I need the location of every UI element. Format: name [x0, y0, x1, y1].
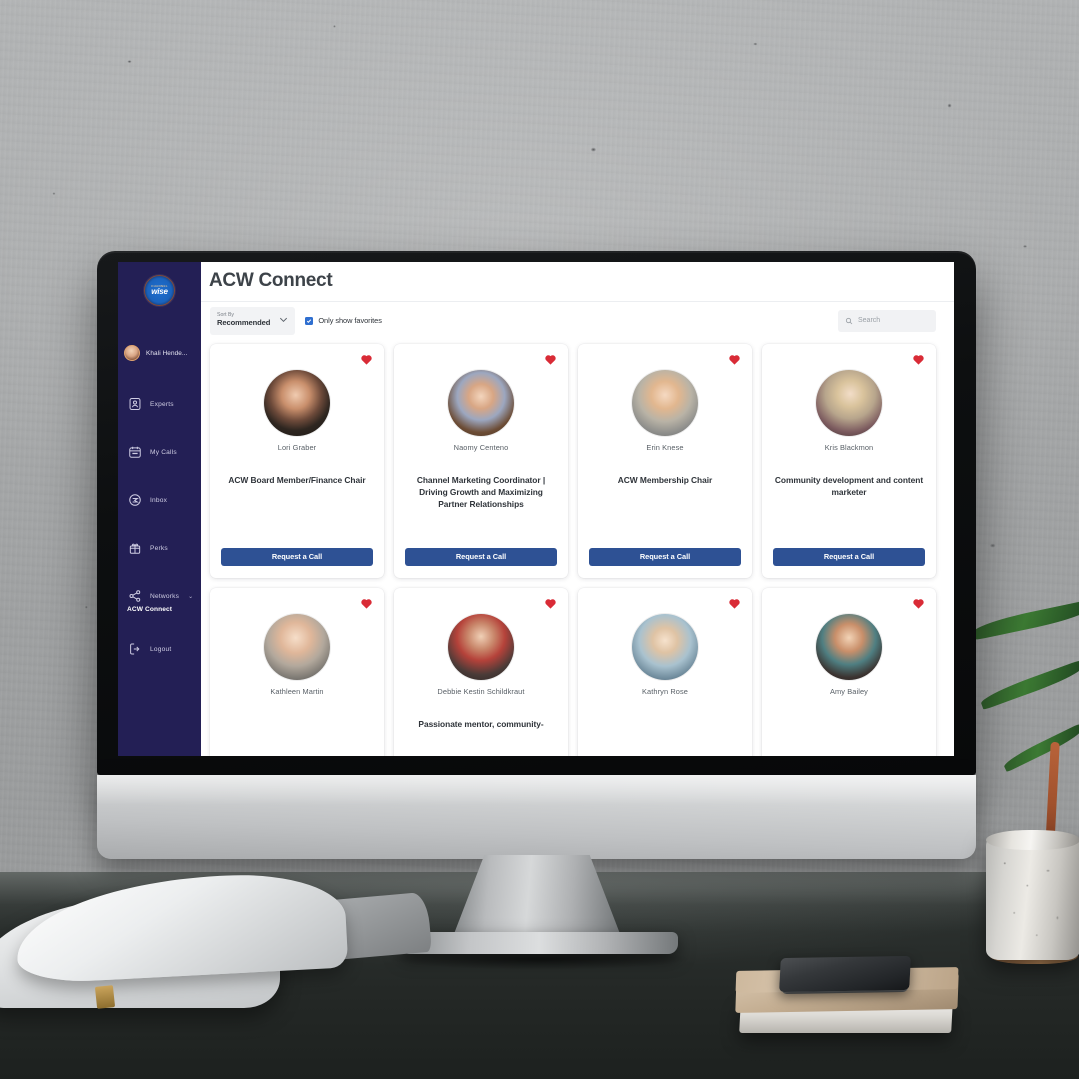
- sidebar-item-label: My Calls: [150, 448, 177, 456]
- expert-name: Kris Blackmon: [824, 442, 874, 452]
- plant-pot-rim: [986, 830, 1079, 850]
- expert-name: Lori Graber: [277, 442, 317, 452]
- expert-name: Kathryn Rose: [642, 686, 688, 696]
- expert-card[interactable]: Kathleen Martin Request a Call: [210, 587, 384, 756]
- sidebar-item-label: Inbox: [150, 496, 168, 504]
- expert-card[interactable]: Kathryn Rose Request a Call: [578, 587, 752, 756]
- chevron-down-icon: [278, 314, 289, 327]
- heart-filled-icon[interactable]: [360, 353, 373, 365]
- main-content: ACW Connect Sort By Recommended Only sho…: [201, 262, 954, 756]
- page-title: ACW Connect: [209, 270, 333, 292]
- plant-pot: [986, 836, 1079, 960]
- sort-by-select[interactable]: Sort By Recommended: [210, 306, 296, 335]
- open-book: [0, 862, 450, 1022]
- book-page: [13, 869, 349, 985]
- request-a-call-button[interactable]: Request a Call: [221, 547, 373, 566]
- toolbar: Sort By Recommended Only show favorites …: [201, 302, 954, 340]
- expert-name: Amy Bailey: [830, 686, 868, 696]
- heart-filled-icon[interactable]: [360, 597, 373, 609]
- brand-line-2: wise: [151, 286, 168, 296]
- heart-filled-icon[interactable]: [912, 597, 925, 609]
- page-header: ACW Connect: [201, 262, 954, 302]
- expert-title: Channel Marketing Coordinator | Driving …: [416, 474, 546, 510]
- chin-highlight: [97, 775, 976, 805]
- heart-filled-icon[interactable]: [544, 597, 557, 609]
- expert-photo: [816, 613, 882, 680]
- expert-title: ACW Board Member/Finance Chair: [228, 474, 366, 485]
- pot-texture: [986, 836, 1079, 960]
- experts-icon: [128, 397, 142, 411]
- sidebar-item-logout[interactable]: Logout: [118, 625, 201, 673]
- expert-title: Community development and content market…: [774, 474, 924, 497]
- expert-title: Passionate mentor, community-: [418, 718, 544, 729]
- sort-by-value: Recommended: [217, 318, 271, 328]
- expert-card[interactable]: Amy Bailey Request a Call: [762, 587, 936, 756]
- expert-photo: [264, 369, 330, 436]
- sidebar-item-acw-connect[interactable]: ACW Connect: [118, 606, 201, 613]
- expert-photo: [448, 369, 514, 436]
- sort-by-text: Sort By Recommended: [217, 312, 271, 328]
- expert-card[interactable]: Kris Blackmon Community development and …: [762, 343, 936, 578]
- expert-name: Debbie Kestin Schildkraut: [437, 686, 525, 696]
- expert-photo: [264, 613, 330, 680]
- experts-grid-scroll[interactable]: Lori Graber ACW Board Member/Finance Cha…: [201, 340, 954, 756]
- calendar-icon: [128, 445, 142, 459]
- checkbox-checked-icon: [305, 316, 314, 325]
- expert-name: Kathleen Martin: [270, 686, 324, 696]
- chevron-down-icon: ⌄: [188, 593, 194, 600]
- book-spine: [94, 985, 116, 1009]
- expert-card[interactable]: Debbie Kestin Schildkraut Passionate men…: [394, 587, 568, 756]
- sidebar: CHANNEL wise Khali Hende... Experts My C…: [118, 262, 201, 756]
- brand-logo[interactable]: CHANNEL wise: [118, 262, 201, 318]
- request-a-call-button[interactable]: Request a Call: [589, 547, 741, 566]
- avatar: [124, 345, 140, 361]
- heart-filled-icon[interactable]: [544, 353, 557, 365]
- expert-photo: [632, 613, 698, 680]
- expert-card[interactable]: Naomy Centeno Channel Marketing Coordina…: [394, 343, 568, 578]
- expert-photo: [448, 613, 514, 680]
- only-show-favorites-label: Only show favorites: [318, 316, 382, 326]
- logout-icon: [128, 642, 142, 656]
- sidebar-item-perks[interactable]: Perks: [118, 524, 201, 572]
- search-input[interactable]: Search: [838, 309, 936, 332]
- inbox-icon: [128, 493, 142, 507]
- expert-photo: [816, 369, 882, 436]
- sidebar-item-my-calls[interactable]: My Calls: [118, 428, 201, 476]
- sidebar-nav-list: Experts My Calls Inbox Perks Networks ⌄ …: [118, 380, 201, 673]
- heart-filled-icon[interactable]: [728, 597, 741, 609]
- monitor-chin: [97, 775, 976, 859]
- heart-filled-icon[interactable]: [912, 353, 925, 365]
- sidebar-item-label: Experts: [150, 400, 174, 408]
- request-a-call-button[interactable]: Request a Call: [405, 547, 557, 566]
- experts-grid: Lori Graber ACW Board Member/Finance Cha…: [210, 343, 936, 756]
- sidebar-item-label: Logout: [150, 645, 172, 653]
- expert-title: ACW Membership Chair: [617, 474, 713, 485]
- monitor-screen: CHANNEL wise Khali Hende... Experts My C…: [118, 262, 954, 756]
- expert-card[interactable]: Erin Knese ACW Membership Chair Request …: [578, 343, 752, 578]
- search-icon: [845, 317, 853, 325]
- sidebar-user-name: Khali Hende...: [146, 349, 188, 357]
- expert-photo: [632, 369, 698, 436]
- smartphone: [779, 955, 911, 993]
- sidebar-item-label: Networks: [150, 592, 180, 600]
- channelwise-badge-icon: CHANNEL wise: [144, 274, 175, 306]
- expert-name: Erin Knese: [646, 442, 684, 452]
- sidebar-user[interactable]: Khali Hende...: [118, 336, 201, 370]
- request-a-call-button[interactable]: Request a Call: [773, 547, 925, 566]
- expert-card[interactable]: Lori Graber ACW Board Member/Finance Cha…: [210, 343, 384, 578]
- gift-icon: [128, 541, 142, 555]
- expert-name: Naomy Centeno: [453, 442, 509, 452]
- scene: CHANNEL wise Khali Hende... Experts My C…: [0, 0, 1079, 1079]
- notebook-with-phone: [735, 955, 964, 1041]
- only-show-favorites-checkbox[interactable]: Only show favorites: [305, 316, 382, 325]
- sidebar-item-inbox[interactable]: Inbox: [118, 476, 201, 524]
- sidebar-item-label: Perks: [150, 544, 168, 552]
- sidebar-item-experts[interactable]: Experts: [118, 380, 201, 428]
- heart-filled-icon[interactable]: [728, 353, 741, 365]
- search-placeholder: Search: [858, 317, 881, 325]
- network-icon: [128, 589, 142, 603]
